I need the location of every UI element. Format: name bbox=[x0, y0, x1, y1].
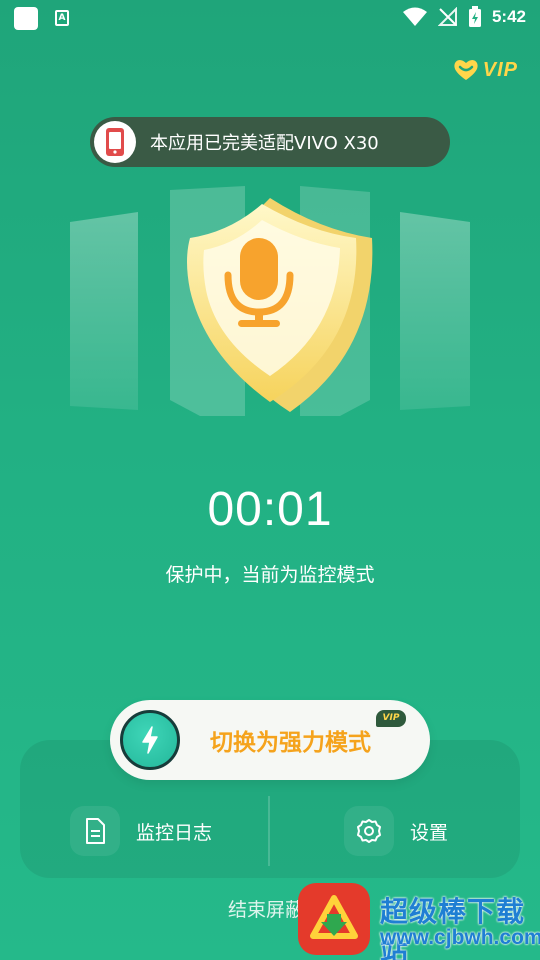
panel-divider bbox=[268, 796, 270, 866]
monitor-log-button[interactable]: 监控日志 bbox=[70, 806, 212, 856]
status-bar: A 5:42 bbox=[0, 0, 540, 36]
notification-square-icon bbox=[14, 7, 38, 30]
monitor-log-label: 监控日志 bbox=[136, 821, 213, 844]
device-adapt-banner: 本应用已完美适配VIVO X30 bbox=[90, 117, 450, 167]
switch-strong-mode-button[interactable]: 切换为强力模式 VIP bbox=[110, 700, 430, 780]
shield-microphone-illustration bbox=[70, 186, 470, 416]
clock: 5:42 bbox=[491, 7, 526, 26]
settings-button[interactable]: 设置 bbox=[344, 806, 448, 856]
vip-entry[interactable]: VIP bbox=[452, 58, 518, 82]
end-shielding-button[interactable]: 结束屏蔽 bbox=[228, 895, 304, 922]
gear-icon bbox=[344, 806, 394, 856]
phone-icon bbox=[94, 121, 136, 163]
device-adapt-text: 本应用已完美适配VIVO X30 bbox=[150, 133, 379, 154]
elapsed-timer: 00:01 bbox=[207, 483, 333, 536]
vip-badge: VIP bbox=[376, 710, 406, 727]
settings-label: 设置 bbox=[410, 821, 449, 844]
watermark-logo bbox=[298, 883, 370, 955]
a-notification-icon: A bbox=[55, 10, 69, 26]
vip-heart-icon bbox=[454, 60, 478, 80]
document-icon bbox=[70, 806, 120, 856]
wifi-icon bbox=[402, 7, 427, 26]
switch-strong-mode-label: 切换为强力模式 bbox=[210, 730, 371, 756]
watermark-url: www.cjbwh.com bbox=[380, 926, 540, 949]
lightning-icon bbox=[120, 710, 180, 770]
status-icons: 5:42 bbox=[402, 6, 526, 28]
no-signal-icon bbox=[437, 7, 457, 26]
battery-charging-icon bbox=[468, 6, 481, 27]
vip-label: VIP bbox=[482, 58, 518, 81]
protection-status-text: 保护中，当前为监控模式 bbox=[165, 564, 375, 586]
